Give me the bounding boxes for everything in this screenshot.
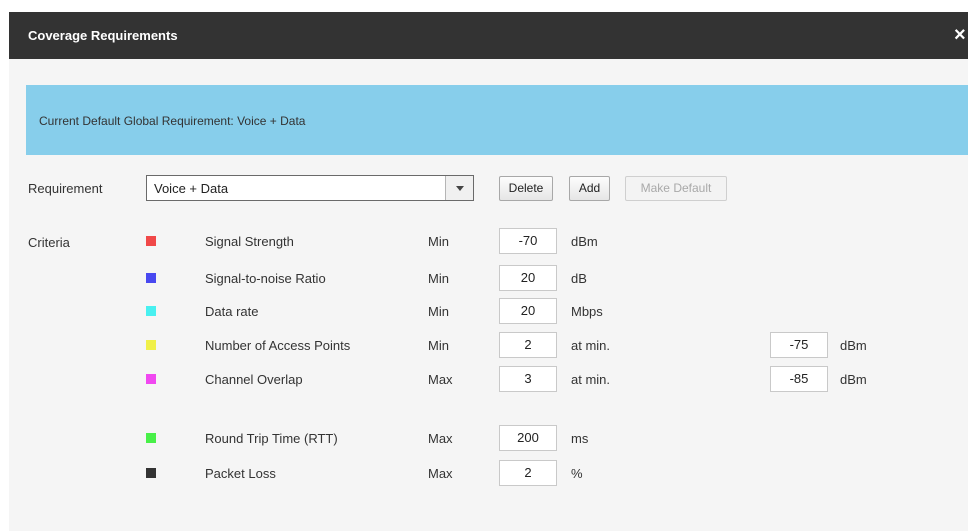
dialog-title: Coverage Requirements bbox=[28, 28, 178, 43]
color-swatch bbox=[146, 306, 156, 316]
criteria-extra-unit: dBm bbox=[840, 372, 867, 387]
requirement-select[interactable]: Voice + Data bbox=[146, 175, 474, 201]
coverage-requirements-dialog: Coverage Requirements × Current Default … bbox=[9, 12, 968, 531]
criteria-mode: Max bbox=[428, 431, 453, 446]
criteria-mode: Max bbox=[428, 466, 453, 481]
color-swatch bbox=[146, 236, 156, 246]
criteria-unit: dB bbox=[571, 271, 587, 286]
criteria-name: Signal Strength bbox=[205, 234, 294, 249]
criteria-unit: at min. bbox=[571, 338, 611, 353]
requirement-select-value: Voice + Data bbox=[154, 181, 229, 196]
signal-strength-input[interactable]: -70 bbox=[499, 228, 557, 254]
packet-loss-input[interactable]: 2 bbox=[499, 460, 557, 486]
criteria-unit: dBm bbox=[571, 234, 598, 249]
criteria-name: Number of Access Points bbox=[205, 338, 351, 353]
make-default-button[interactable]: Make Default bbox=[625, 176, 727, 201]
access-points-min-signal-input[interactable]: -75 bbox=[770, 332, 828, 358]
color-swatch bbox=[146, 374, 156, 384]
requirement-label: Requirement bbox=[28, 181, 103, 196]
criteria-name: Round Trip Time (RTT) bbox=[205, 431, 338, 446]
dialog-titlebar: Coverage Requirements × bbox=[9, 12, 968, 59]
delete-button[interactable]: Delete bbox=[499, 176, 553, 201]
criteria-mode: Min bbox=[428, 234, 449, 249]
criteria-mode: Max bbox=[428, 372, 453, 387]
channel-overlap-input[interactable]: 3 bbox=[499, 366, 557, 392]
channel-overlap-min-signal-input[interactable]: -85 bbox=[770, 366, 828, 392]
criteria-unit: Mbps bbox=[571, 304, 603, 319]
criteria-extra-unit: dBm bbox=[840, 338, 867, 353]
criteria-mode: Min bbox=[428, 338, 449, 353]
criteria-unit: % bbox=[571, 466, 583, 481]
color-swatch bbox=[146, 433, 156, 443]
criteria-name: Packet Loss bbox=[205, 466, 276, 481]
banner-text: Current Default Global Requirement: Voic… bbox=[39, 114, 306, 128]
add-button[interactable]: Add bbox=[569, 176, 610, 201]
default-requirement-banner: Current Default Global Requirement: Voic… bbox=[26, 85, 968, 155]
criteria-unit: at min. bbox=[571, 372, 611, 387]
criteria-mode: Min bbox=[428, 271, 449, 286]
color-swatch bbox=[146, 468, 156, 478]
criteria-name: Data rate bbox=[205, 304, 259, 319]
criteria-name: Signal-to-noise Ratio bbox=[205, 271, 326, 286]
close-icon[interactable]: × bbox=[954, 23, 968, 47]
snr-input[interactable]: 20 bbox=[499, 265, 557, 291]
rtt-input[interactable]: 200 bbox=[499, 425, 557, 451]
color-swatch bbox=[146, 273, 156, 283]
criteria-name: Channel Overlap bbox=[205, 372, 303, 387]
access-points-input[interactable]: 2 bbox=[499, 332, 557, 358]
color-swatch bbox=[146, 340, 156, 350]
chevron-down-icon[interactable] bbox=[445, 176, 473, 200]
criteria-label: Criteria bbox=[28, 235, 70, 250]
data-rate-input[interactable]: 20 bbox=[499, 298, 557, 324]
criteria-unit: ms bbox=[571, 431, 589, 446]
criteria-mode: Min bbox=[428, 304, 449, 319]
